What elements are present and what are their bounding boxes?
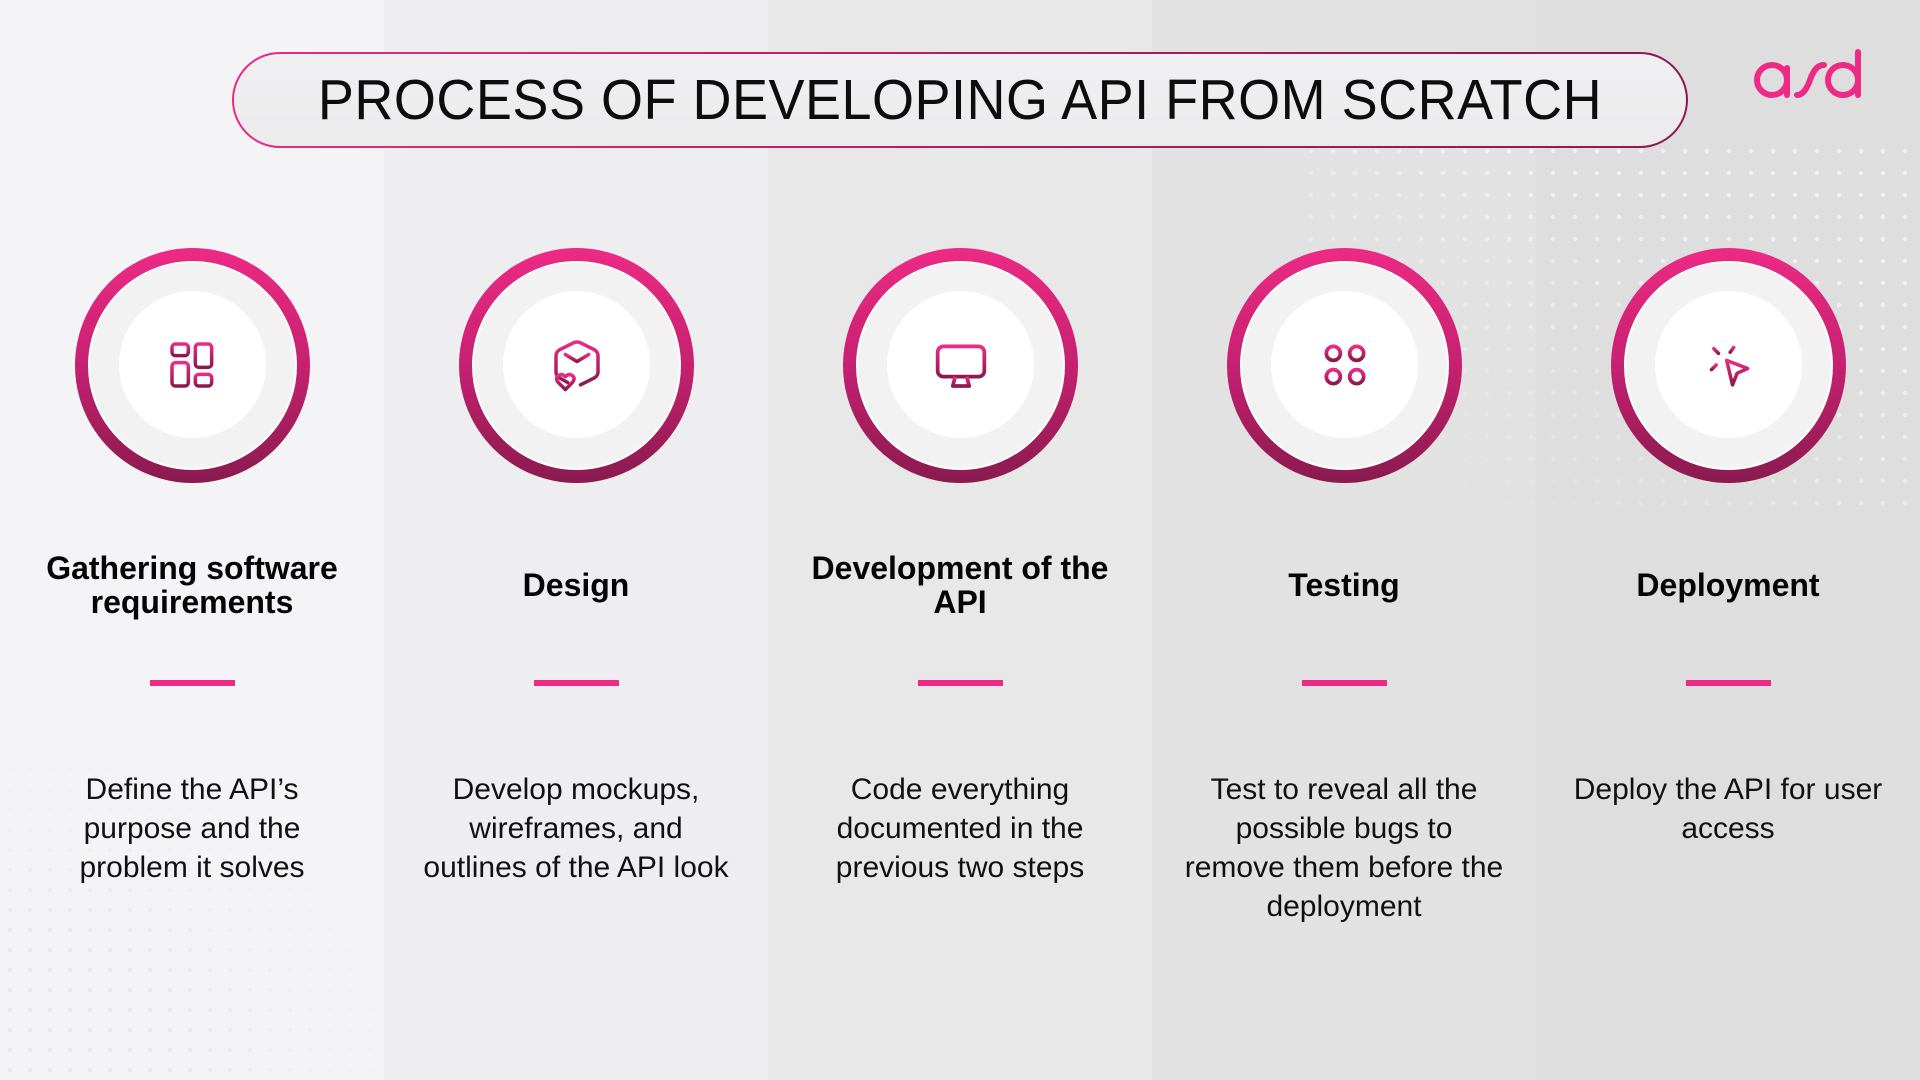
step-description: Develop mockups, wireframes, and outline…	[423, 773, 729, 884]
step-gathering-requirements: Gathering software requirements Define t…	[0, 0, 384, 1080]
step-heading: Testing	[1288, 567, 1400, 603]
step-divider	[1302, 680, 1387, 686]
step-description: Test to reveal all the possible bugs to …	[1184, 773, 1504, 923]
four-circles-icon	[1323, 343, 1366, 386]
step-description: Define the API’s purpose and the problem…	[79, 773, 305, 884]
step-icon-ring	[1227, 248, 1462, 483]
step-icon-ring	[459, 248, 694, 483]
cursor-click-icon	[1705, 341, 1749, 387]
step-heading: Design	[522, 567, 630, 603]
step-description: Deploy the API for user access	[1573, 773, 1883, 845]
step-icon-ring	[75, 248, 310, 483]
step-design: Design Develop mockups, wireframes, and …	[384, 0, 768, 1080]
step-icon-ring	[1611, 248, 1846, 483]
dashboard-grid-icon	[169, 341, 213, 388]
step-icon-ring	[843, 248, 1078, 483]
step-divider	[918, 680, 1003, 686]
step-deployment: Deployment Deploy the API for user acces…	[1536, 0, 1920, 1080]
monitor-icon	[935, 343, 986, 388]
step-divider	[150, 680, 235, 686]
step-testing: Testing Test to reveal all the possible …	[1152, 0, 1536, 1080]
step-development: Development of the API Code everything d…	[768, 0, 1152, 1080]
step-description: Code everything documented in the previo…	[835, 773, 1085, 884]
box-heart-icon	[553, 339, 600, 391]
step-heading: Development of the API	[811, 550, 1109, 620]
step-divider	[534, 680, 619, 686]
step-divider	[1686, 680, 1771, 686]
step-heading: Gathering software requirements	[46, 550, 338, 620]
step-heading: Deployment	[1636, 567, 1820, 603]
